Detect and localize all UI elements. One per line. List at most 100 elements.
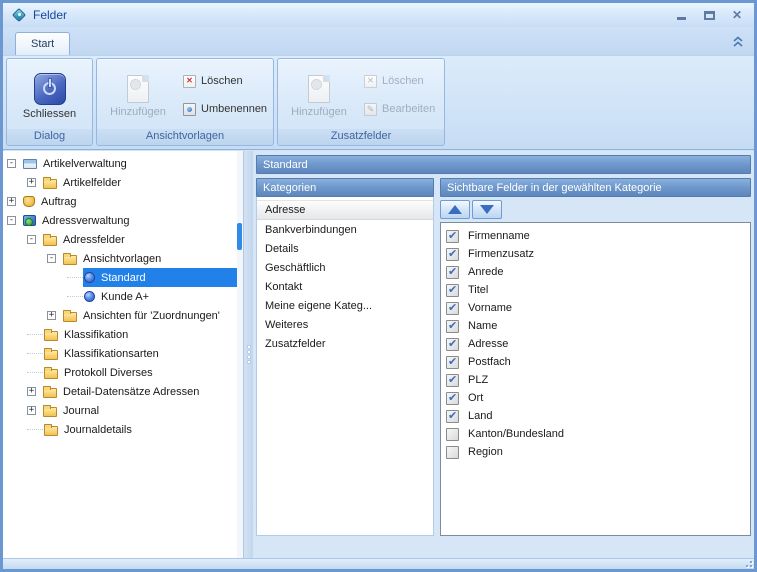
collapse-ribbon-icon[interactable] — [732, 35, 744, 47]
field-item[interactable]: Vorname — [441, 299, 750, 317]
field-item[interactable]: Kanton/Bundesland — [441, 425, 750, 443]
rename-icon — [183, 102, 196, 116]
tree-item[interactable]: Ansichtvorlagen — [3, 249, 237, 268]
ribbon-tab-strip: Start — [3, 27, 754, 55]
tree-item[interactable]: Kunde A+ — [3, 287, 237, 306]
checked-checkbox[interactable] — [446, 409, 459, 423]
category-item[interactable]: Details — [257, 239, 433, 258]
tree-item[interactable]: Protokoll Diverses — [3, 363, 237, 382]
tree-item[interactable]: Ansichten für 'Zuordnungen' — [3, 306, 237, 325]
folder-icon — [44, 328, 58, 341]
checked-checkbox[interactable] — [446, 301, 459, 315]
checked-checkbox[interactable] — [446, 283, 459, 297]
checked-checkbox[interactable] — [446, 373, 459, 387]
field-item[interactable]: Firmenzusatz — [441, 245, 750, 263]
close-icon: ✕ — [731, 8, 743, 22]
delete-icon — [364, 74, 377, 88]
folder-icon — [43, 385, 57, 398]
category-item[interactable]: Bankverbindungen — [257, 220, 433, 239]
tree-item[interactable]: Journaldetails — [3, 420, 237, 439]
collapse-expander-icon[interactable] — [47, 254, 56, 263]
tree-connector — [27, 353, 43, 354]
umbenennen-ansichtvorlage-button[interactable]: Umbenennen — [183, 100, 271, 118]
card-icon — [23, 158, 37, 169]
ribbon-group-caption: Zusatzfelder — [278, 129, 444, 145]
maximize-icon — [703, 10, 715, 20]
tree-item[interactable]: Auftrag — [3, 192, 237, 211]
unchecked-checkbox[interactable] — [446, 427, 459, 441]
tree-connector — [27, 372, 43, 373]
tree-item[interactable]: Adressfelder — [3, 230, 237, 249]
selected-template-header: Standard — [256, 155, 751, 174]
checked-checkbox[interactable] — [446, 265, 459, 279]
category-item[interactable]: Geschäftlich — [257, 258, 433, 277]
field-item[interactable]: Anrede — [441, 263, 750, 281]
category-item[interactable]: Kontakt — [257, 277, 433, 296]
category-item[interactable]: Weiteres — [257, 315, 433, 334]
loeschen-ansichtvorlage-button[interactable]: Löschen — [183, 72, 271, 90]
bearbeiten-zusatzfeld-button: Bearbeiten — [364, 100, 442, 118]
field-item[interactable]: PLZ — [441, 371, 750, 389]
unchecked-checkbox[interactable] — [446, 445, 459, 459]
tree-item[interactable]: Standard — [3, 268, 237, 287]
expand-expander-icon[interactable] — [7, 197, 16, 206]
tree-item[interactable]: Klassifikationsarten — [3, 344, 237, 363]
tree-item[interactable]: Artikelverwaltung — [3, 154, 237, 173]
checked-checkbox[interactable] — [446, 337, 459, 351]
field-item[interactable]: Adresse — [441, 335, 750, 353]
checked-checkbox[interactable] — [446, 391, 459, 405]
tree-item[interactable]: Detail-Datensätze Adressen — [3, 382, 237, 401]
folder-icon — [63, 252, 77, 265]
tree-item[interactable]: Adressverwaltung — [3, 211, 237, 230]
title-bar: Felder ✕ — [3, 3, 754, 27]
category-item[interactable]: Meine eigene Kateg... — [257, 296, 433, 315]
panel-splitter[interactable] — [243, 151, 253, 558]
visible-fields-list: FirmennameFirmenzusatzAnredeTitelVorname… — [440, 222, 751, 536]
category-item[interactable]: Zusatzfelder — [257, 334, 433, 353]
collapse-expander-icon[interactable] — [7, 216, 16, 225]
field-item[interactable]: Region — [441, 443, 750, 461]
close-button[interactable]: ✕ — [726, 7, 748, 24]
arrow-up-icon — [448, 205, 462, 214]
checked-checkbox[interactable] — [446, 355, 459, 369]
field-item[interactable]: Firmenname — [441, 227, 750, 245]
resize-grip[interactable] — [743, 558, 753, 568]
delete-icon — [183, 74, 196, 88]
checked-checkbox[interactable] — [446, 247, 459, 261]
move-up-button[interactable] — [440, 200, 470, 219]
ribbon: Schliessen Dialog Hinzufügen Löschen Umbenen… — [3, 55, 754, 150]
minimize-button[interactable] — [670, 7, 692, 24]
checked-checkbox[interactable] — [446, 229, 459, 243]
field-item[interactable]: Postfach — [441, 353, 750, 371]
expand-expander-icon[interactable] — [27, 387, 36, 396]
maximize-button[interactable] — [698, 7, 720, 24]
collapse-expander-icon[interactable] — [27, 235, 36, 244]
tree-item[interactable]: Klassifikation — [3, 325, 237, 344]
field-item[interactable]: Titel — [441, 281, 750, 299]
folder-icon — [43, 176, 57, 189]
folder-icon — [44, 366, 58, 379]
field-item[interactable]: Name — [441, 317, 750, 335]
collapse-expander-icon[interactable] — [7, 159, 16, 168]
field-item[interactable]: Ort — [441, 389, 750, 407]
loeschen-zusatzfeld-button: Löschen — [364, 72, 442, 90]
schliessen-button[interactable]: Schliessen — [11, 71, 89, 120]
folder-icon — [44, 347, 58, 360]
status-bar — [3, 558, 754, 569]
tree-item[interactable]: Journal — [3, 401, 237, 420]
tree-item[interactable]: Artikelfelder — [3, 173, 237, 192]
power-icon — [33, 72, 66, 105]
move-down-button[interactable] — [472, 200, 502, 219]
category-item[interactable]: Adresse — [257, 200, 433, 220]
tab-start[interactable]: Start — [15, 32, 71, 55]
tree-connector — [27, 334, 43, 335]
field-item[interactable]: Land — [441, 407, 750, 425]
expand-expander-icon[interactable] — [27, 406, 36, 415]
fields-header: Sichtbare Felder in der gewählten Katego… — [440, 178, 751, 197]
expand-expander-icon[interactable] — [27, 178, 36, 187]
tree-scrollbar-thumb[interactable] — [237, 223, 242, 250]
minimize-icon — [676, 16, 686, 20]
tree-connector — [67, 277, 83, 278]
checked-checkbox[interactable] — [446, 319, 459, 333]
expand-expander-icon[interactable] — [47, 311, 56, 320]
